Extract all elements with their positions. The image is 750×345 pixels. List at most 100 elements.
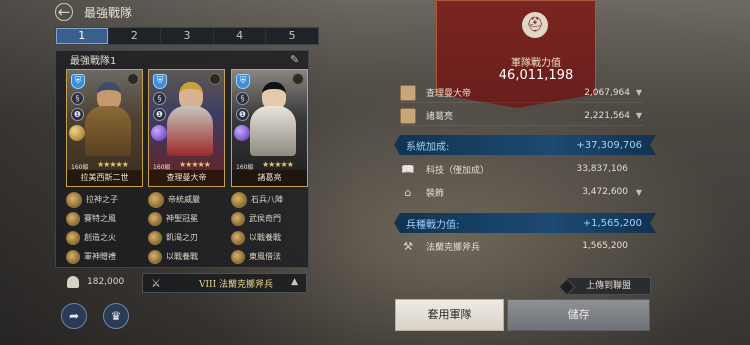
system-bonus-header: 系統加成: +37,309,706 [394,135,656,155]
trophy-button[interactable]: ♛ [103,303,129,329]
skill-list-1: 拉神之子 賽特之風 創造之火 軍神贈禮 [66,190,144,266]
army-power-label: 軍隊戰力值 [511,58,561,69]
shield-icon: ⛨ [71,74,85,89]
chevron-up-icon: ▲ [291,277,298,287]
header-bar: ← 最強戰隊 [0,0,750,24]
skill-label: 武侯奇門 [249,214,281,223]
skill-icon [66,191,82,208]
share-button[interactable]: ➦ [61,303,87,329]
pencil-icon[interactable]: ✎ [290,53,299,66]
bonus-row-decor[interactable]: ⌂ 裝飾 3,472,600 ▼ [400,182,644,202]
skill-item[interactable]: 以戰養戰 [231,228,309,247]
gem-icon [69,125,85,141]
general-row-name: 諸葛亮 [426,112,454,122]
skill-item[interactable]: 東風借法 [231,247,309,266]
general-card-1[interactable]: ⛨ § ❶ 160級 ★★★★★ 拉美西斯二世 [66,69,143,187]
team-power-value: 182,000 [87,277,125,287]
chevron-down-icon: ▼ [635,88,642,97]
item-label: 法蘭克擲斧兵 [426,242,481,253]
troop-selector[interactable]: ⚔ VIII 法蘭克擲斧兵 ▲ [142,273,307,293]
crossed-axes-icon: ⚔ [151,276,161,290]
shield-icon: ⛨ [153,74,167,89]
section-value: +37,309,706 [576,139,642,151]
axes-icon: ⚒ [403,239,413,253]
star-rating: ★★★★★ [97,160,129,169]
skill-item[interactable]: 創造之火 [66,228,144,247]
helmet-icon [67,276,79,288]
book-icon: 📖 [401,162,415,176]
star-rating: ★★★★★ [179,160,211,169]
troop-type-label: VIII 法蘭克擲斧兵 [199,279,274,290]
item-value: 3,472,600 [582,187,628,197]
skill-icon [148,230,162,245]
skill-label: 飢渴之刃 [166,233,198,242]
item-value: 1,565,200 [582,241,628,251]
general-row-value: 2,221,564 [584,110,630,121]
page-title: 最強戰隊 [84,6,133,20]
section-label: 兵種戰力值: [406,219,460,231]
tab-5[interactable]: 5 [266,28,318,44]
back-button[interactable]: ← [54,2,74,22]
dot-icon [209,73,221,85]
general-card-3[interactable]: ⛨ § ❶ 160級 ★★★★★ 諸葛亮 [231,69,308,187]
skill-item[interactable]: 賽特之風 [66,209,144,228]
troop-power-header: 兵種戰力值: +1,565,200 [394,213,656,233]
skill-icon [231,191,247,208]
tab-1[interactable]: 1 [56,28,109,44]
tab-4[interactable]: 4 [214,28,267,44]
skill-label: 神聖冠冕 [166,214,198,223]
shield-icon: ⛨ [236,74,250,89]
general-name: 拉美西斯二世 [67,170,142,186]
skill-label: 以戰養戰 [249,233,281,242]
skill-icon [231,230,245,245]
skill-list-2: 帝統威嚴 神聖冠冕 飢渴之刃 以戰養戰 [148,190,226,266]
skill-item[interactable]: 軍神贈禮 [66,247,144,266]
skill-item[interactable]: 石兵八陣 [231,190,309,209]
team-name: 最強戰隊1 [70,56,117,67]
team-power: 182,000 [67,276,124,288]
item-label: 裝飾 [426,188,445,199]
section-value: +1,565,200 [582,217,642,229]
chevron-down-icon: ▼ [635,111,642,120]
general-name: 查理曼大帝 [149,170,224,186]
general-name: 諸葛亮 [232,170,307,186]
skill-icon [66,211,80,226]
tab-2[interactable]: 2 [109,28,162,44]
trophy-icon: ♛ [110,309,122,323]
rank-icon: ❶ [71,108,84,121]
share-arrow-icon: ➦ [68,309,80,323]
avatar [400,84,416,101]
skill-icon [66,249,80,264]
general-card-2[interactable]: ⛨ § ❶ 160級 ★★★★★ 查理曼大帝 [148,69,225,187]
general-portrait [250,80,296,156]
skill-item[interactable]: 飢渴之刃 [148,228,226,247]
general-portrait [167,80,213,156]
general-row-name: 查理曼大帝 [426,89,472,99]
skill-item[interactable]: 武侯奇門 [231,209,309,228]
skill-item[interactable]: 以戰養戰 [148,247,226,266]
upload-to-alliance-button[interactable]: 上傳到聯盟 [566,277,651,295]
skill-item[interactable]: 帝統威嚴 [148,190,226,209]
skill-label: 石兵八陣 [251,195,283,204]
skill-icon [231,249,245,264]
skill-label: 拉神之子 [86,195,118,204]
army-power-value: 46,011,198 [498,68,574,83]
gem-icon [234,125,250,141]
skill-item[interactable]: 神聖冠冕 [148,209,226,228]
skill-icon [148,211,162,226]
apply-army-button[interactable]: 套用軍隊 [395,299,504,331]
skill-label: 以戰養戰 [166,252,198,261]
skill-icon [231,211,245,226]
chevron-down-icon: ▼ [635,187,642,197]
general-portrait [85,80,131,156]
general-power-row[interactable]: 諸葛亮 2,221,564 ▼ [400,106,644,126]
save-button[interactable]: 儲存 [507,299,650,331]
dot-icon [292,73,304,85]
general-row-value: 2,067,964 [584,87,630,98]
skill-icon [148,191,164,208]
rank-icon: ❶ [153,108,166,121]
tab-3[interactable]: 3 [161,28,214,44]
general-power-row[interactable]: 查理曼大帝 2,067,964 ▼ [400,83,644,103]
house-icon: ⌂ [404,185,412,199]
skill-item[interactable]: 拉神之子 [66,190,144,209]
